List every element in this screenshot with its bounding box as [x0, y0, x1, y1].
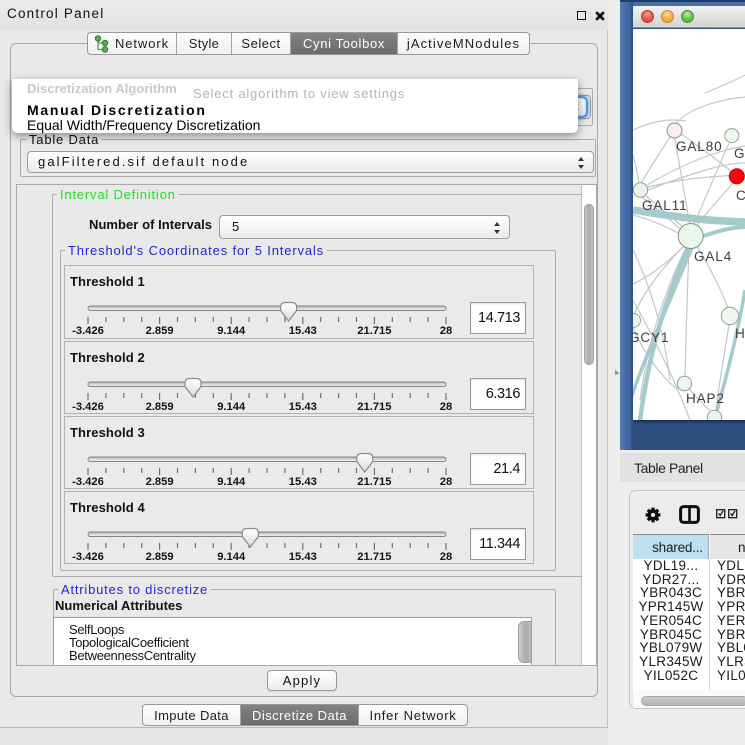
svg-text:9.144: 9.144 — [217, 401, 246, 413]
svg-text:H: H — [735, 326, 745, 341]
svg-text:9.144: 9.144 — [217, 476, 246, 488]
svg-text:2.859: 2.859 — [146, 325, 174, 337]
svg-text:21.715: 21.715 — [357, 325, 391, 337]
svg-text:-3.426: -3.426 — [72, 476, 104, 488]
svg-text:15.43: 15.43 — [289, 476, 317, 488]
svg-text:15.43: 15.43 — [289, 551, 317, 563]
svg-text:-3.426: -3.426 — [72, 401, 104, 413]
svg-text:28: 28 — [440, 325, 452, 337]
svg-text:15.43: 15.43 — [289, 325, 317, 337]
svg-text:21.715: 21.715 — [357, 401, 391, 413]
svg-text:28: 28 — [440, 551, 452, 563]
svg-text:2.859: 2.859 — [146, 476, 174, 488]
svg-text:28: 28 — [440, 476, 452, 488]
svg-text:2.859: 2.859 — [146, 551, 174, 563]
svg-text:GA: GA — [734, 146, 745, 161]
svg-text:21.715: 21.715 — [357, 551, 391, 563]
svg-text:-3.426: -3.426 — [72, 325, 104, 337]
svg-text:C: C — [736, 188, 745, 203]
svg-text:9.144: 9.144 — [217, 325, 246, 337]
svg-text:21.715: 21.715 — [357, 476, 391, 488]
svg-text:15.43: 15.43 — [289, 401, 317, 413]
svg-text:9.144: 9.144 — [217, 551, 246, 563]
svg-text:2.859: 2.859 — [146, 401, 174, 413]
svg-text:HAP2: HAP2 — [686, 391, 725, 406]
svg-text:GAL4: GAL4 — [694, 249, 732, 264]
svg-text:GAL80: GAL80 — [676, 139, 723, 154]
svg-text:GCY1: GCY1 — [633, 330, 669, 345]
svg-text:28: 28 — [440, 401, 452, 413]
svg-text:-3.426: -3.426 — [72, 551, 104, 563]
svg-text:GAL11: GAL11 — [642, 198, 688, 213]
